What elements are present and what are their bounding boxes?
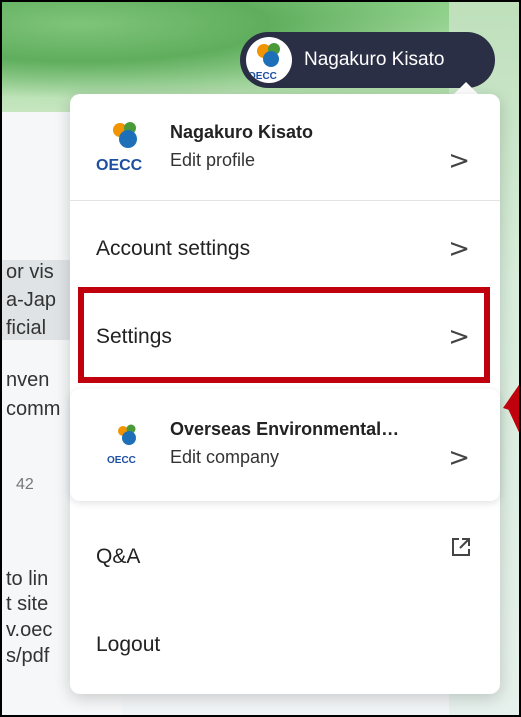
avatar-logo-text: OECC [248, 71, 277, 82]
qa-label: Q&A [96, 545, 141, 568]
menu-item-account-settings[interactable]: Account settings > [70, 201, 500, 297]
background-text: ficial [6, 317, 47, 339]
background-text: s/pdf [6, 645, 50, 667]
external-link-icon [452, 538, 470, 556]
user-name: Nagakuro Kisato [304, 49, 445, 70]
background-text: v.oec [6, 619, 53, 641]
menu-item-company[interactable]: OECC Overseas Environmental… Edit compan… [70, 389, 500, 501]
background-text: to lin [6, 568, 49, 590]
chevron-right-icon: > [448, 234, 470, 264]
chevron-right-icon: > [448, 146, 470, 176]
user-menu-button[interactable]: OECC Nagakuro Kisato [240, 32, 495, 88]
chevron-right-icon: > [448, 443, 470, 473]
menu-item-profile[interactable]: OECC Nagakuro Kisato Edit profile > [70, 94, 500, 200]
menu-item-logout[interactable]: Logout [70, 600, 500, 690]
edit-profile-label: Edit profile [170, 150, 256, 170]
dropdown-caret [454, 82, 478, 94]
logo-text: OECC [107, 455, 136, 466]
settings-highlight-box [78, 287, 490, 383]
background-text: a-Jap [6, 289, 57, 311]
background-number: 42 [16, 476, 34, 493]
background-text: t site [6, 593, 49, 615]
background-text: comm [6, 398, 61, 420]
user-dropdown-menu: OECC Nagakuro Kisato Edit profile > Acco… [70, 94, 500, 694]
background-text: or vis [6, 261, 54, 283]
background-text: nven [6, 369, 50, 391]
red-arrow-icon [503, 384, 519, 442]
profile-name: Nagakuro Kisato [170, 122, 314, 142]
avatar: OECC [246, 37, 292, 83]
account-settings-label: Account settings [96, 237, 251, 260]
edit-company-label: Edit company [170, 447, 280, 467]
oecc-logo: OECC [102, 419, 152, 469]
oecc-logo: OECC [94, 118, 154, 174]
logout-label: Logout [96, 633, 161, 656]
menu-item-qa[interactable]: Q&A [70, 514, 500, 600]
screenshot-frame: or vis a-Jap ficial nven comm 42 to lin … [0, 0, 521, 717]
logo-text: OECC [96, 157, 143, 174]
company-name: Overseas Environmental… [170, 419, 400, 439]
